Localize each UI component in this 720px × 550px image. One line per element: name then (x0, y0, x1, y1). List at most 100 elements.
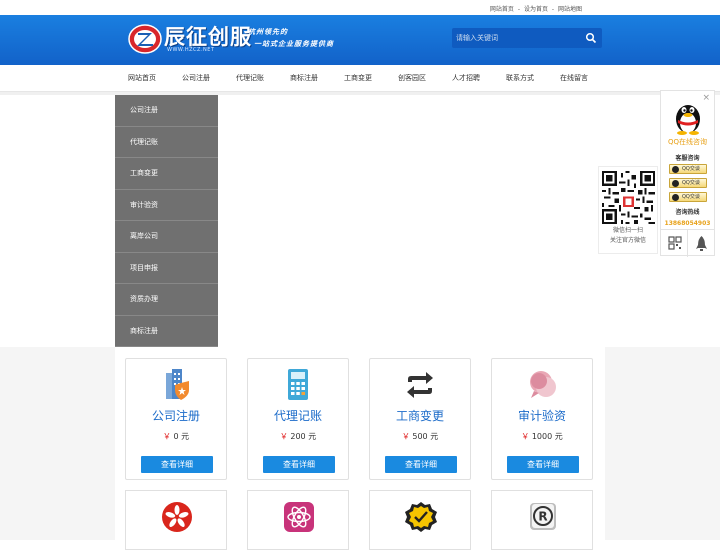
nav-item-message[interactable]: 在线留言 (560, 73, 588, 83)
hotline-number: 13868054903 (664, 220, 711, 227)
price-currency: ￥ (521, 432, 530, 441)
nav-item-bookkeeping[interactable]: 代理记账 (236, 73, 264, 83)
link-home[interactable]: 网站首页 (490, 6, 514, 13)
back-to-top-button[interactable] (688, 230, 715, 257)
service-card[interactable]: 公司注册 ￥ 0 元 查看详细 (125, 358, 227, 480)
view-details-button[interactable]: 查看详细 (141, 456, 213, 473)
qq-online-label[interactable]: QQ在线咨询 (661, 137, 714, 147)
top-utility-bar: 网站首页 - 设为首页 - 网站地图 (0, 0, 720, 15)
view-details-button[interactable]: 查看详细 (507, 456, 579, 473)
svg-text:R: R (538, 510, 547, 524)
qq-icon (672, 180, 679, 187)
dropdown-item-audit[interactable]: 审计验资 (115, 190, 218, 221)
service-card[interactable]: 代理记账 ￥ 200 元 查看详细 (247, 358, 349, 480)
registered-trademark-icon: R (530, 503, 556, 530)
price-value: 200 (290, 432, 306, 441)
dropdown-item-project-application[interactable]: 项目申报 (115, 253, 218, 284)
hongkong-flower-icon (162, 502, 192, 532)
qq-icon (672, 194, 679, 201)
nav-item-contact[interactable]: 联系方式 (506, 73, 534, 83)
service-card[interactable] (369, 490, 471, 550)
qq-penguin-icon (676, 105, 700, 135)
buildings-shield-icon (166, 369, 189, 400)
dropdown-item-business-change[interactable]: 工商变更 (115, 158, 218, 190)
price-currency: ￥ (401, 432, 410, 441)
nav-item-maker-park[interactable]: 创客园区 (398, 73, 426, 83)
service-card[interactable]: 审计验资 ￥ 1000 元 查看详细 (491, 358, 593, 480)
service-card[interactable]: R (491, 490, 593, 550)
slogan: 杭州领先的 一站式企业服务提供商 (248, 26, 334, 50)
price-currency: ￥ (162, 432, 171, 441)
link-sitemap[interactable]: 网站地图 (558, 6, 582, 13)
atom-icon (284, 502, 314, 532)
slogan-line-2: 一站式企业服务提供商 (254, 40, 334, 48)
price-value: 500 (412, 432, 428, 441)
dropdown-item-bookkeeping[interactable]: 代理记账 (115, 127, 218, 158)
logo-url: WWW.HZCZ.NET (167, 47, 215, 53)
service-title: 公司注册 (151, 409, 200, 423)
slogan-line-1: 杭州领先的 (248, 28, 288, 36)
service-price: ￥ 200 元 (248, 431, 348, 442)
service-price: ￥ 0 元 (126, 431, 226, 442)
dropdown-item-offshore-company[interactable]: 离岸公司 (115, 221, 218, 253)
service-card[interactable] (125, 490, 227, 550)
service-dropdown-menu: 公司注册 代理记账 工商变更 审计验资 离岸公司 项目申报 资质办理 商标注册 (115, 95, 218, 347)
swap-arrows-icon (407, 372, 433, 398)
qr-code (602, 171, 655, 224)
service-price: ￥ 1000 元 (492, 431, 592, 442)
main-nav: 网站首页 公司注册 代理记账 商标注册 工商变更 创客园区 人才招聘 联系方式 … (0, 65, 720, 92)
qq-chat-button[interactable]: QQ交谈 (669, 192, 707, 202)
price-value: 0 (173, 432, 179, 441)
speech-bubbles-icon (530, 371, 556, 398)
site-logo[interactable]: 辰征创服 WWW.HZCZ.NET 杭州领先的 一站式企业服务提供商 (128, 22, 358, 60)
price-unit: 元 (308, 432, 317, 441)
service-title: 代理记账 (273, 409, 322, 423)
nav-item-home[interactable]: 网站首页 (128, 73, 156, 83)
qq-chat-label: QQ交谈 (682, 180, 700, 186)
dropdown-item-qualification[interactable]: 资质办理 (115, 284, 218, 316)
price-unit: 元 (430, 432, 439, 441)
nav-item-company-registration[interactable]: 公司注册 (182, 73, 210, 83)
view-details-button[interactable]: 查看详细 (385, 456, 457, 473)
qq-chat-button[interactable]: QQ交谈 (669, 164, 707, 174)
service-title: 审计验资 (517, 409, 566, 423)
qr-caption-scan: 微信扫一扫 (612, 227, 643, 234)
qq-icon (672, 166, 679, 173)
qq-chat-label: QQ交谈 (682, 194, 700, 200)
search-input[interactable] (456, 31, 581, 45)
service-title: 工商变更 (395, 409, 444, 423)
link-set-homepage[interactable]: 设为首页 (524, 6, 548, 13)
service-price: ￥ 500 元 (370, 431, 470, 442)
qq-chat-button[interactable]: QQ交谈 (669, 178, 707, 188)
logo-z-icon (128, 24, 162, 54)
qq-consult-panel: × QQ在线咨询 客服咨询 QQ交谈 QQ交谈 QQ交谈 咨询热线 138680… (660, 90, 715, 257)
nav-item-recruitment[interactable]: 人才招聘 (452, 73, 480, 83)
service-card[interactable] (247, 490, 349, 550)
search-box (452, 28, 602, 48)
calculator-icon (288, 369, 308, 400)
nav-item-business-change[interactable]: 工商变更 (344, 73, 372, 83)
dropdown-item-company-registration[interactable]: 公司注册 (115, 95, 218, 127)
top-links: 网站首页 - 设为首页 - 网站地图 (489, 4, 583, 13)
qr-code-icon (668, 236, 682, 250)
price-value: 1000 (531, 432, 553, 441)
separator: - (517, 6, 521, 13)
price-unit: 元 (181, 432, 190, 441)
nav-underline (0, 92, 720, 95)
site-header: 辰征创服 WWW.HZCZ.NET 杭州领先的 一站式企业服务提供商 (0, 15, 720, 65)
service-section-label: 客服咨询 (675, 155, 700, 162)
qr-caption-follow: 关注官方微信 (609, 237, 646, 244)
rocket-icon (696, 236, 707, 251)
separator: - (551, 6, 555, 13)
view-details-button[interactable]: 查看详细 (263, 456, 335, 473)
hotline-section-label: 咨询热线 (675, 209, 700, 216)
dropdown-item-trademark[interactable]: 商标注册 (115, 316, 218, 347)
search-icon[interactable] (585, 32, 597, 44)
price-unit: 元 (554, 432, 563, 441)
price-currency: ￥ (279, 432, 288, 441)
badge-check-icon (405, 502, 437, 532)
qr-code-toggle[interactable] (661, 230, 688, 257)
service-card[interactable]: 工商变更 ￥ 500 元 查看详细 (369, 358, 471, 480)
qq-chat-label: QQ交谈 (682, 166, 700, 172)
nav-item-trademark[interactable]: 商标注册 (290, 73, 318, 83)
